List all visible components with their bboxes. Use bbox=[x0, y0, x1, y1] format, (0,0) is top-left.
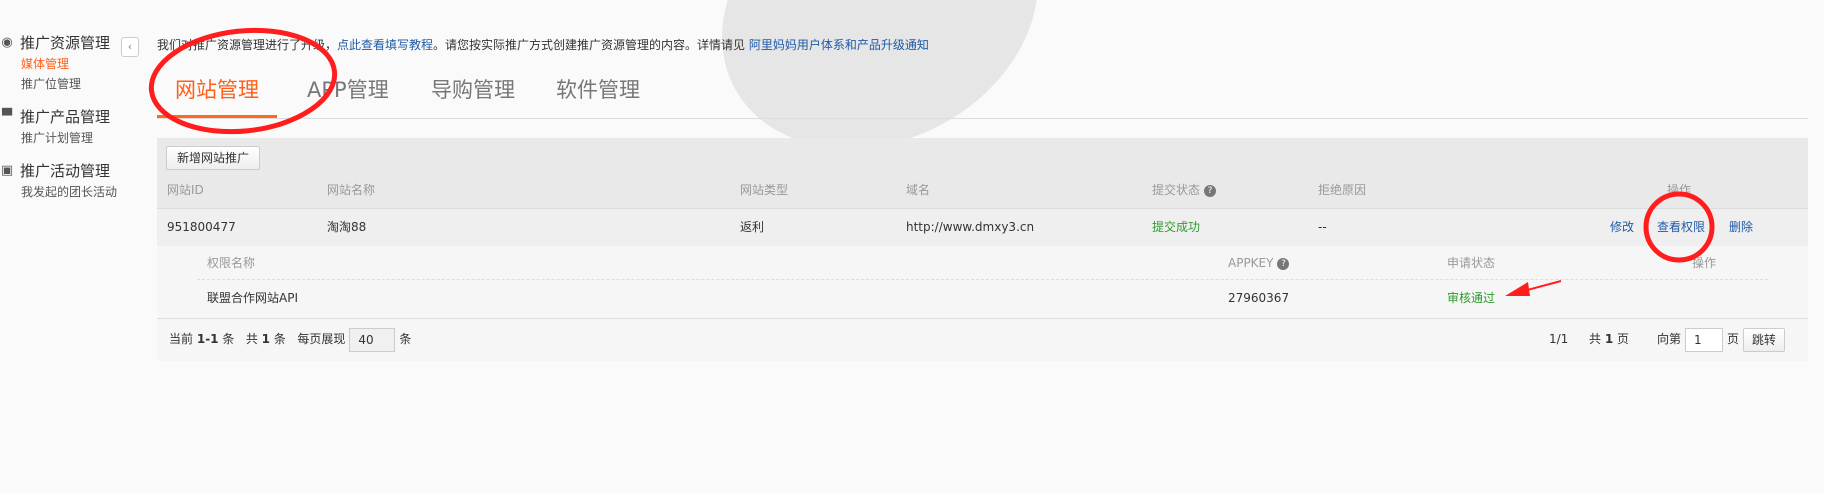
header-site-type: 网站类型 bbox=[740, 183, 789, 197]
pager-text: 共 bbox=[245, 332, 258, 346]
website-panel: 新增网站推广 网站ID 网站名称 网站类型 域名 提交状态? 拒绝原因 操作 9… bbox=[157, 138, 1808, 361]
tab-website[interactable]: 网站管理 bbox=[175, 74, 259, 104]
upgrade-notice: 我们对推广资源管理进行了升级，点此查看填写教程。请您按实际推广方式创建推广资源管… bbox=[157, 36, 929, 53]
site-domain: http://www.dmxy3.cn bbox=[906, 220, 1035, 234]
activity-icon: ▣ bbox=[0, 162, 14, 178]
reject-reason: -- bbox=[1318, 220, 1327, 234]
site-id: 951800477 bbox=[167, 220, 236, 234]
pagination: 当前 1-1 条 共 1 条 每页展现 40 条 1/1 共 1 页 向第 1 页 跳转 bbox=[157, 318, 1808, 361]
table-row: 951800477 淘淘88 返利 http://www.dmxy3.cn 提交… bbox=[157, 208, 1808, 246]
permission-appkey: 27960367 bbox=[1228, 291, 1290, 305]
sidebar-group-activity: ▣ 推广活动管理 我发起的团长活动 bbox=[0, 158, 150, 202]
goto-page: 向第 1 页 跳转 bbox=[1657, 319, 1785, 359]
tab-shopping-guide[interactable]: 导购管理 bbox=[431, 74, 515, 104]
pager-text: 页 bbox=[1727, 332, 1740, 346]
header-reject-reason: 拒绝原因 bbox=[1318, 183, 1367, 197]
pager-text: 条 bbox=[222, 332, 235, 346]
header-submit-status: 提交状态? bbox=[1152, 172, 1217, 208]
notice-text: 。请您按实际推广方式创建推广资源管理的内容。详情请见 bbox=[433, 38, 746, 52]
header-permission-actions: 操作 bbox=[1692, 256, 1717, 270]
site-type: 返利 bbox=[740, 220, 765, 234]
site-name: 淘淘88 bbox=[327, 220, 367, 234]
header-label: APPKEY bbox=[1228, 256, 1274, 270]
sidebar: ◉ 推广资源管理 媒体管理 推广位管理 ▀ 推广产品管理 推广计划管理 ▣ 推广… bbox=[0, 0, 150, 212]
per-page-input[interactable]: 40 bbox=[349, 327, 396, 352]
sidebar-collapse-button[interactable]: ‹ bbox=[121, 37, 139, 57]
pager-text: 条 bbox=[399, 332, 412, 346]
notice-text: 我们对推广资源管理进行了升级， bbox=[157, 38, 338, 52]
sidebar-item-adzone[interactable]: 推广位管理 bbox=[0, 74, 150, 94]
header-actions: 操作 bbox=[1667, 183, 1692, 197]
upgrade-notice-link[interactable]: 阿里妈妈用户体系和产品升级通知 bbox=[749, 38, 929, 52]
toolbar: 新增网站推广 bbox=[157, 138, 1808, 172]
jump-button[interactable]: 跳转 bbox=[1742, 327, 1785, 352]
permission-status: 审核通过 bbox=[1447, 291, 1496, 305]
header-appkey: APPKEY? bbox=[1228, 245, 1290, 281]
pager-text: 共 bbox=[1589, 332, 1602, 346]
sidebar-group-products: ▀ 推广产品管理 推广计划管理 bbox=[0, 104, 150, 148]
header-domain: 域名 bbox=[906, 183, 931, 197]
sidebar-group-header[interactable]: ▣ 推广活动管理 bbox=[0, 158, 150, 182]
sidebar-item-media[interactable]: 媒体管理 bbox=[0, 54, 150, 74]
header-apply-status: 申请状态 bbox=[1447, 256, 1496, 270]
resource-tabs: 网站管理 APP管理 导购管理 软件管理 bbox=[157, 64, 1808, 119]
permissions-header: 权限名称 APPKEY? 申请状态 操作 bbox=[197, 245, 1768, 280]
page-info: 1/1 bbox=[1549, 332, 1569, 346]
sidebar-group-header[interactable]: ▀ 推广产品管理 bbox=[0, 104, 150, 128]
active-tab-indicator bbox=[157, 115, 277, 118]
tutorial-link[interactable]: 点此查看填写教程 bbox=[337, 38, 433, 52]
edit-link[interactable]: 修改 bbox=[1610, 209, 1634, 245]
view-permissions-link[interactable]: 查看权限 bbox=[1657, 209, 1705, 245]
sidebar-group-label: 推广活动管理 bbox=[20, 161, 111, 180]
add-website-button[interactable]: 新增网站推广 bbox=[166, 146, 261, 170]
sidebar-item-plan[interactable]: 推广计划管理 bbox=[0, 128, 150, 148]
goto-page-input[interactable]: 1 bbox=[1685, 327, 1724, 352]
pager-text: 每页展现 bbox=[297, 332, 346, 346]
pagination-summary: 当前 1-1 条 共 1 条 每页展现 40 条 bbox=[169, 319, 411, 359]
pager-text: 条 bbox=[273, 332, 286, 346]
table-header: 网站ID 网站名称 网站类型 域名 提交状态? 拒绝原因 操作 bbox=[157, 172, 1808, 208]
header-label: 提交状态 bbox=[1152, 183, 1201, 197]
pager-pages: 1 bbox=[1604, 332, 1614, 346]
pager-text: 向第 bbox=[1657, 332, 1682, 346]
pager-text: 当前 bbox=[169, 332, 194, 346]
pager-total: 1 bbox=[261, 332, 271, 346]
tab-app[interactable]: APP管理 bbox=[307, 74, 389, 104]
header-site-name: 网站名称 bbox=[327, 183, 376, 197]
globe-icon: ◉ bbox=[1, 34, 13, 50]
help-icon[interactable]: ? bbox=[1277, 257, 1290, 270]
header-permission-name: 权限名称 bbox=[207, 256, 256, 270]
sidebar-item-team-activity[interactable]: 我发起的团长活动 bbox=[0, 182, 150, 202]
permission-name: 联盟合作网站API bbox=[207, 291, 298, 305]
page-total: 共 1 页 bbox=[1589, 319, 1629, 359]
sidebar-group-label: 推广产品管理 bbox=[20, 107, 111, 126]
tab-software[interactable]: 软件管理 bbox=[556, 74, 640, 104]
pin-icon: ▀ bbox=[2, 108, 12, 124]
submit-status: 提交成功 bbox=[1152, 220, 1201, 234]
help-icon[interactable]: ? bbox=[1204, 184, 1217, 197]
header-site-id: 网站ID bbox=[167, 183, 204, 197]
sidebar-group-label: 推广资源管理 bbox=[20, 33, 111, 52]
pager-text: 页 bbox=[1617, 332, 1630, 346]
permission-row: 联盟合作网站API 27960367 审核通过 bbox=[197, 280, 1768, 316]
pager-range: 1-1 bbox=[196, 332, 219, 346]
delete-link[interactable]: 删除 bbox=[1729, 209, 1753, 245]
